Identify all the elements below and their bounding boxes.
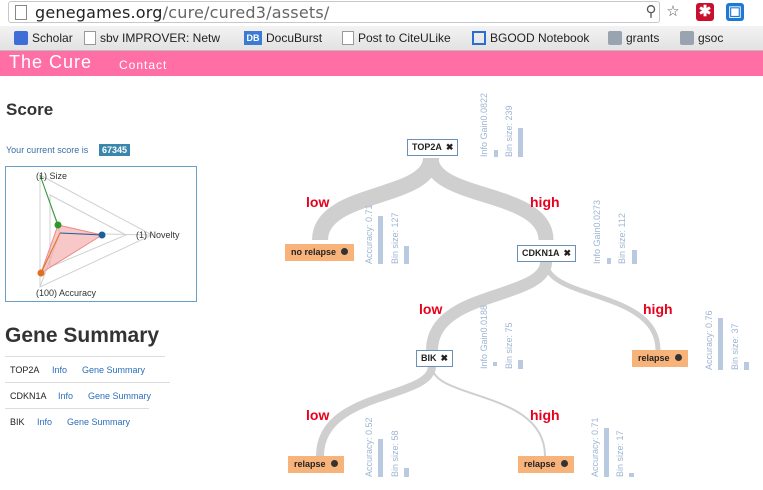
- stat-accuracy: Accuracy: 0.71: [364, 204, 374, 264]
- stat-info-gain: Info Gain0.0273: [592, 199, 602, 264]
- node-bik[interactable]: BIK ✖: [416, 350, 454, 367]
- link-bik-low: [316, 365, 436, 457]
- node-label: TOP2A: [412, 142, 442, 152]
- leaf-relapse[interactable]: relapse: [518, 456, 574, 473]
- bar-leaf1-acc: [378, 216, 383, 264]
- node-top2a[interactable]: TOP2A ✖: [407, 139, 459, 156]
- bar-leaf2-bin: [744, 362, 749, 370]
- node-cdkn1a[interactable]: CDKN1A ✖: [517, 245, 577, 262]
- arrow-circle-icon: [674, 354, 682, 362]
- stat-bin-size: Bin size: 58: [390, 430, 400, 477]
- bar-bik-bin: [518, 360, 523, 369]
- stat-bin-size: Bin size: 75: [504, 322, 514, 369]
- bar-leaf2-acc: [718, 318, 723, 370]
- bar-leaf4-bin: [629, 473, 634, 477]
- branch-label-low: low: [306, 194, 330, 210]
- stat-bin-size: Bin size: 37: [730, 323, 740, 370]
- branch-label-low: low: [419, 301, 443, 317]
- bar-cdkn1a-bin: [632, 250, 637, 264]
- leaf-label: no relapse: [291, 247, 337, 257]
- bar-top2a-bin: [518, 128, 523, 157]
- close-icon[interactable]: ✖: [446, 142, 454, 152]
- node-label: CDKN1A: [522, 248, 560, 258]
- bar-leaf3-bin: [404, 468, 409, 477]
- branch-label-low: low: [306, 407, 330, 423]
- link-top2a-high: [423, 156, 554, 242]
- stat-bin-size: Bin size: 239: [504, 105, 514, 157]
- bar-leaf3-acc: [378, 439, 383, 477]
- arrow-circle-icon: [341, 248, 349, 256]
- bar-bik-info: [493, 362, 497, 366]
- leaf-no-relapse[interactable]: no relapse: [285, 244, 355, 261]
- leaf-relapse[interactable]: relapse: [632, 350, 688, 367]
- close-icon[interactable]: ✖: [564, 248, 572, 258]
- branch-label-high: high: [643, 301, 673, 317]
- bar-leaf1-bin: [404, 246, 409, 264]
- bar-leaf4-acc: [604, 428, 609, 477]
- close-icon[interactable]: ✖: [441, 353, 449, 363]
- stat-accuracy: Accuracy: 0.52: [364, 417, 374, 477]
- arrow-circle-icon: [330, 460, 338, 468]
- stat-bin-size: Bin size: 112: [617, 213, 627, 264]
- stat-accuracy: Accuracy: 0.76: [704, 310, 714, 370]
- stat-info-gain: Info Gain0.0188: [479, 304, 489, 369]
- leaf-label: relapse: [294, 459, 326, 469]
- link-bik-high: [431, 365, 546, 457]
- branch-label-high: high: [530, 407, 560, 423]
- branch-label-high: high: [530, 194, 560, 210]
- link-cdkn1a-low: [426, 260, 552, 351]
- leaf-label: relapse: [638, 353, 670, 363]
- node-label: BIK: [421, 353, 437, 363]
- leaf-relapse[interactable]: relapse: [288, 456, 344, 473]
- bar-top2a-info: [494, 150, 498, 157]
- bar-cdkn1a-info: [607, 258, 611, 264]
- tree-links: [312, 128, 749, 477]
- link-cdkn1a-high: [543, 261, 661, 351]
- leaf-label: relapse: [524, 459, 556, 469]
- stat-bin-size: Bin size: 127: [390, 212, 400, 264]
- stat-bin-size: Bin size: 17: [615, 430, 625, 477]
- link-top2a-low: [312, 156, 439, 242]
- arrow-circle-icon: [560, 460, 568, 468]
- stat-accuracy: Accuracy: 0.71: [590, 417, 600, 477]
- stat-info-gain: Info Gain0.0822: [479, 92, 489, 157]
